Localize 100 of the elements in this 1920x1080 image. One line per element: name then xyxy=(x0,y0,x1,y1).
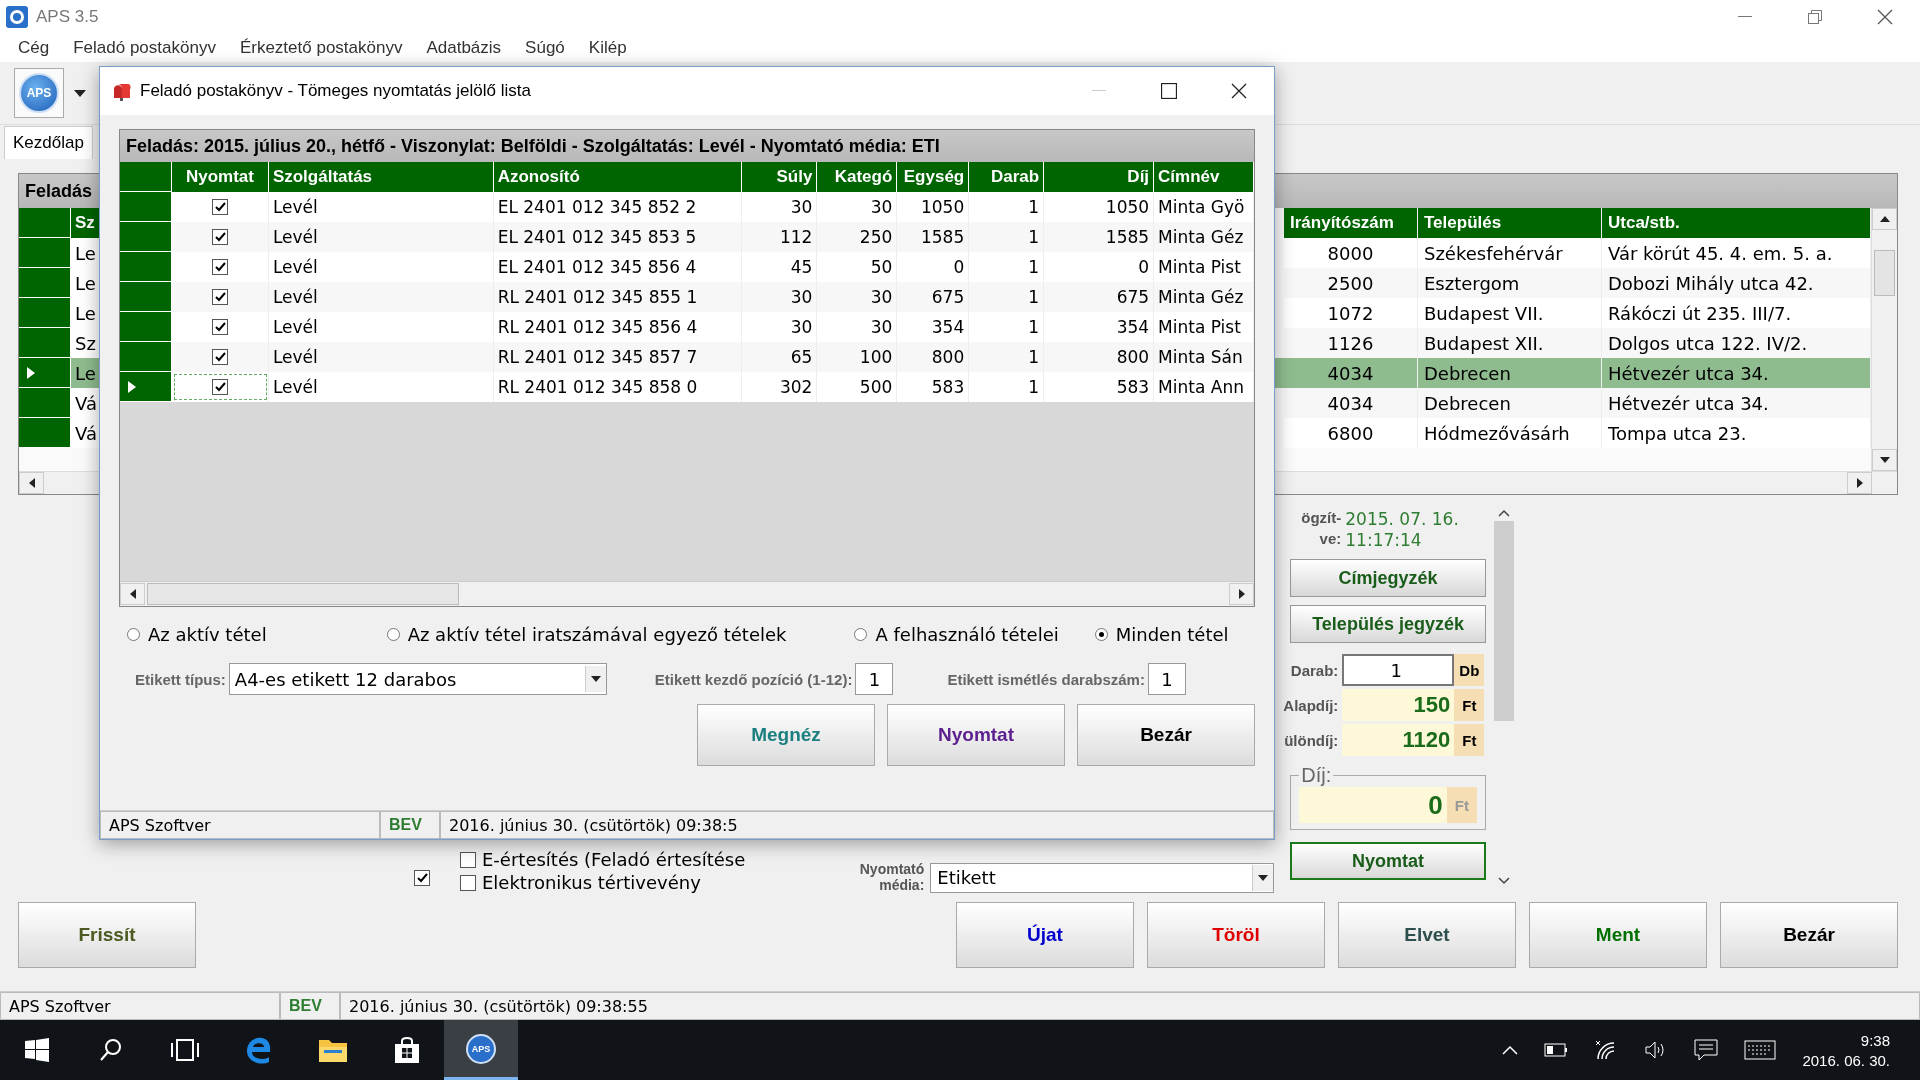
row-header[interactable] xyxy=(120,342,172,372)
notification-icon[interactable] xyxy=(1694,1039,1719,1061)
checkbox[interactable] xyxy=(211,229,228,245)
menu-item[interactable]: Cég xyxy=(6,38,62,58)
column-header[interactable]: Szolgáltatás xyxy=(268,162,494,192)
table-cell: 1 xyxy=(969,372,1045,402)
radio-option[interactable]: A felhasználó tételei xyxy=(854,623,1059,645)
column-header[interactable]: Díj xyxy=(1044,162,1155,192)
scroll-left-button[interactable] xyxy=(19,472,44,494)
checkbox[interactable] xyxy=(211,199,228,215)
column-header[interactable]: Azonosító xyxy=(493,162,743,192)
input-field[interactable]: 1 xyxy=(1147,663,1186,695)
row-header[interactable] xyxy=(19,418,71,448)
scroll-right-button[interactable] xyxy=(1847,472,1872,494)
menu-item[interactable]: Érkeztető postakönyv xyxy=(227,38,415,58)
row-header[interactable] xyxy=(19,298,71,328)
chevron-up-icon[interactable] xyxy=(1502,1045,1519,1055)
grid-row[interactable]: Levél RL 2401 012 345 857 7 65 100 800 1 800 Minta Sán xyxy=(120,342,1254,372)
scroll-up-button[interactable] xyxy=(1872,208,1897,230)
scrollbar-thumb[interactable] xyxy=(1874,250,1895,296)
scrollbar-thumb[interactable] xyxy=(147,583,459,605)
scroll-down-button[interactable] xyxy=(1872,449,1897,471)
row-header[interactable] xyxy=(19,388,71,418)
grid-row[interactable]: Levél RL 2401 012 345 855 1 30 30 675 1 675 Minta Géz xyxy=(120,282,1254,312)
scroll-up-icon[interactable] xyxy=(1497,509,1510,517)
action-button[interactable]: Újat xyxy=(956,902,1134,968)
action-button[interactable]: Bezár xyxy=(1720,902,1898,968)
radio-button[interactable] xyxy=(854,627,868,641)
menu-item[interactable]: Adatbázis xyxy=(414,38,514,58)
checkbox[interactable] xyxy=(211,319,228,335)
grid-row[interactable]: Levél EL 2401 012 345 852 2 30 30 1050 1 1050 Minta Gyö xyxy=(120,192,1254,222)
row-header[interactable] xyxy=(19,358,71,388)
row-header[interactable] xyxy=(120,252,172,282)
checkbox[interactable] xyxy=(211,289,228,305)
tab[interactable]: Kezdőlap xyxy=(4,126,93,159)
dialog-button[interactable]: Nyomtat xyxy=(887,704,1065,766)
column-header[interactable]: Település xyxy=(1418,208,1602,238)
list-button[interactable]: Címjegyzék xyxy=(1290,559,1486,597)
column-header[interactable]: Súly xyxy=(742,162,818,192)
column-header[interactable]: Címnév xyxy=(1154,162,1254,192)
radio-option[interactable]: Az aktív tétel xyxy=(127,623,267,645)
radio-button[interactable] xyxy=(127,627,140,641)
media-dropdown[interactable]: Etikett xyxy=(930,862,1275,893)
action-button[interactable]: Ment xyxy=(1529,902,1707,968)
grid-row[interactable]: Levél EL 2401 012 345 853 5 112 250 1585 1 1585 Minta Géz xyxy=(120,222,1254,252)
dialog-button[interactable]: Bezár xyxy=(1077,704,1255,766)
checkbox[interactable] xyxy=(460,851,476,868)
scroll-right-button[interactable] xyxy=(1229,583,1254,605)
dialog-button[interactable]: Megnéz xyxy=(697,704,875,766)
grid-row[interactable]: Levél RL 2401 012 345 856 4 30 30 354 1 354 Minta Pist xyxy=(120,312,1254,342)
menu-item[interactable]: Feladó postakönyv xyxy=(61,38,228,58)
scroll-down-icon[interactable] xyxy=(1497,877,1510,885)
scroll-left-button[interactable] xyxy=(120,583,145,605)
maximize-icon[interactable] xyxy=(1161,83,1177,99)
row-header[interactable] xyxy=(120,222,172,252)
label-type-dropdown[interactable]: A4-es etikett 12 darabos xyxy=(228,663,607,695)
keyboard-icon[interactable] xyxy=(1744,1040,1777,1060)
print-button[interactable]: Nyomtat xyxy=(1290,842,1486,880)
scrollbar-thumb[interactable] xyxy=(1493,521,1514,721)
close-icon[interactable] xyxy=(1877,9,1893,25)
row-header[interactable] xyxy=(120,282,172,312)
row-header[interactable] xyxy=(120,312,172,342)
checkbox[interactable] xyxy=(211,379,228,395)
input-field[interactable]: 1 xyxy=(855,663,894,695)
radio-option[interactable]: Az aktív tétel iratszámával egyező tételek xyxy=(386,623,787,645)
column-header[interactable]: Kategó xyxy=(817,162,898,192)
column-header[interactable]: Utca/stb. xyxy=(1602,208,1871,238)
clock-date[interactable]: 2016. 06. 30. xyxy=(1802,1051,1890,1069)
menu-item[interactable]: Kilép xyxy=(576,38,639,58)
checkbox[interactable] xyxy=(211,259,228,275)
checkbox[interactable] xyxy=(211,349,228,365)
restore-icon[interactable] xyxy=(1808,10,1822,24)
radio-button[interactable] xyxy=(1094,627,1108,641)
column-header[interactable]: Egység xyxy=(897,162,970,192)
row-header[interactable] xyxy=(19,268,71,298)
battery-icon[interactable] xyxy=(1544,1043,1569,1057)
action-button[interactable]: Töröl xyxy=(1147,902,1325,968)
minimize-icon[interactable] xyxy=(1738,16,1752,18)
row-header[interactable] xyxy=(120,372,172,402)
column-header[interactable]: Darab xyxy=(969,162,1045,192)
checkbox[interactable] xyxy=(414,870,430,886)
menu-item[interactable]: Súgó xyxy=(513,38,577,58)
radio-button[interactable] xyxy=(386,627,400,641)
action-button[interactable]: Frissít xyxy=(18,902,196,968)
row-header[interactable] xyxy=(120,192,172,222)
close-icon[interactable] xyxy=(1231,83,1247,99)
radio-option[interactable]: Minden tétel xyxy=(1094,623,1229,645)
clock-time[interactable]: 9:38 xyxy=(1860,1031,1890,1049)
column-header[interactable]: Irányítószám xyxy=(1284,208,1418,238)
caret-icon[interactable] xyxy=(74,89,86,97)
grid-row[interactable]: Levél RL 2401 012 345 858 0 302 500 583 1 583 Minta Ann xyxy=(120,372,1254,402)
grid-row[interactable]: Levél EL 2401 012 345 856 4 45 50 0 1 0 Minta Pist xyxy=(120,252,1254,282)
taskbar-button[interactable]: APS xyxy=(444,1020,518,1080)
quantity-field[interactable]: 1 xyxy=(1342,654,1455,686)
list-button[interactable]: Település jegyzék xyxy=(1290,605,1486,643)
row-header[interactable] xyxy=(19,238,71,268)
action-button[interactable]: Elvet xyxy=(1338,902,1516,968)
row-header[interactable] xyxy=(19,328,71,358)
column-header[interactable]: Nyomtat xyxy=(171,162,269,192)
checkbox[interactable] xyxy=(460,874,476,891)
